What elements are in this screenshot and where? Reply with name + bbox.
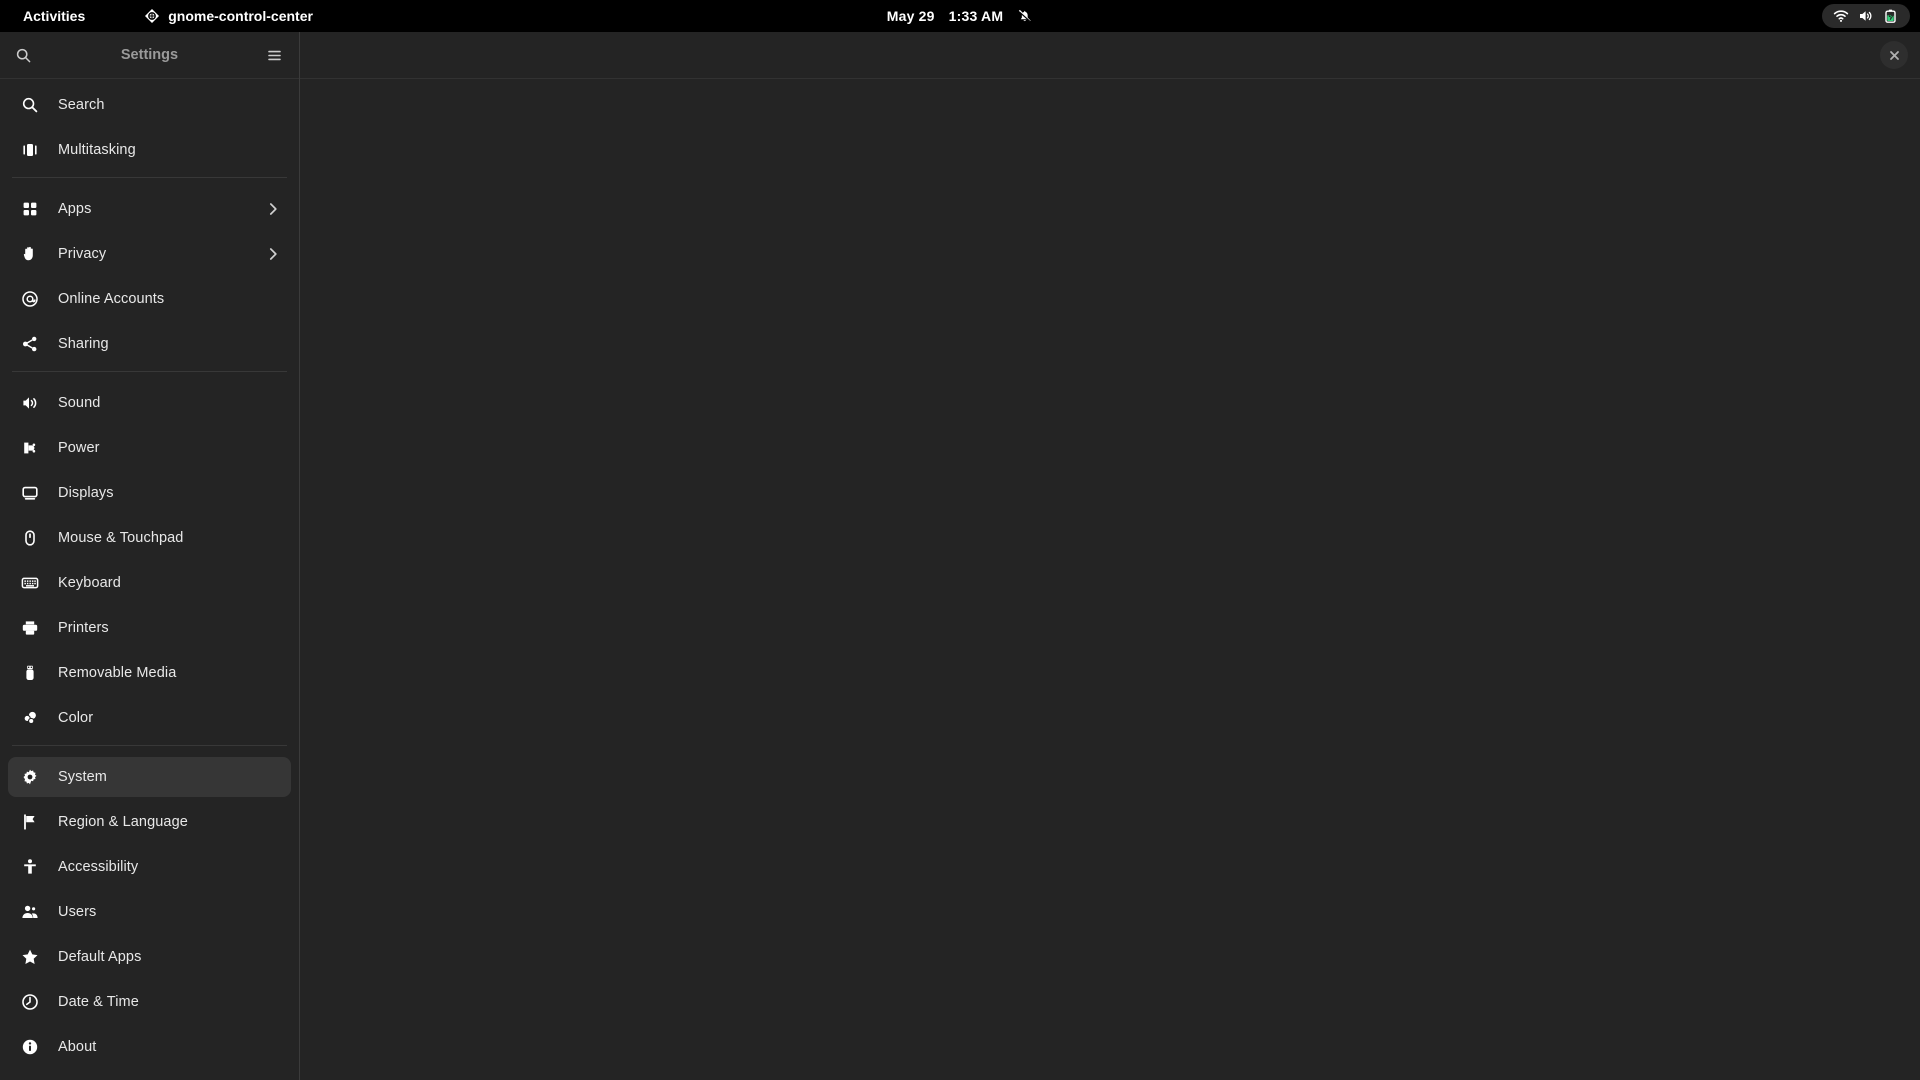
sidebar-item-removable-media[interactable]: Removable Media (8, 653, 291, 693)
sidebar-item-apps[interactable]: Apps (8, 189, 291, 229)
sidebar-item-label: Removable Media (58, 665, 177, 681)
sidebar-item-accessibility[interactable]: Accessibility (8, 847, 291, 887)
sidebar-item-default-apps[interactable]: Default Apps (8, 937, 291, 977)
sidebar-item-date-time[interactable]: Date & Time (8, 982, 291, 1022)
usb-drive-icon (20, 663, 40, 683)
sidebar-item-label: Accessibility (58, 859, 139, 875)
sidebar-item-label: Privacy (58, 246, 107, 262)
sidebar-item-label: Printers (58, 620, 109, 636)
settings-content-pane (300, 32, 1920, 1080)
star-icon (20, 947, 40, 967)
sidebar-item-label: System (58, 769, 107, 785)
activities-button[interactable]: Activities (14, 5, 94, 27)
volume-icon (1858, 8, 1874, 24)
accessibility-person-icon (20, 857, 40, 877)
sidebar-item-label: Multitasking (58, 142, 136, 158)
sidebar-item-mouse-touchpad[interactable]: Mouse & Touchpad (8, 518, 291, 558)
users-icon (20, 902, 40, 922)
sidebar-item-label: Region & Language (58, 814, 188, 830)
sidebar-item-system[interactable]: System (8, 757, 291, 797)
keyboard-icon (20, 573, 40, 593)
battery-charging-icon (1883, 8, 1899, 24)
monitor-icon (20, 483, 40, 503)
flag-icon (20, 812, 40, 832)
sidebar-item-printers[interactable]: Printers (8, 608, 291, 648)
system-status-menu-button[interactable] (1822, 4, 1910, 28)
info-circle-icon (20, 1037, 40, 1057)
page-title: Settings (120, 47, 179, 63)
settings-sidebar: Settings Search Multitasking Apps Privac… (0, 32, 300, 1080)
search-icon (15, 47, 32, 64)
search-icon (20, 95, 40, 115)
content-header-bar (300, 32, 1920, 79)
sidebar-item-label: Keyboard (58, 575, 121, 591)
mouse-icon (20, 528, 40, 548)
search-button[interactable] (6, 38, 40, 72)
main-menu-button[interactable] (257, 38, 291, 72)
sidebar-item-keyboard[interactable]: Keyboard (8, 563, 291, 603)
sidebar-item-label: Mouse & Touchpad (58, 530, 184, 546)
sidebar-item-sound[interactable]: Sound (8, 383, 291, 423)
sidebar-item-search[interactable]: Search (8, 85, 291, 125)
close-icon (1888, 49, 1901, 62)
sidebar-item-label: Default Apps (58, 949, 142, 965)
sidebar-item-power[interactable]: Power (8, 428, 291, 468)
bell-slash-icon (1017, 8, 1033, 24)
apps-grid-icon (20, 199, 40, 219)
sidebar-header-bar: Settings (0, 32, 299, 79)
hand-privacy-icon (20, 244, 40, 264)
sidebar-item-label: Apps (58, 201, 92, 217)
gnome-control-center-icon (144, 8, 160, 24)
sidebar-item-label: Users (58, 904, 97, 920)
app-menu-button[interactable]: gnome-control-center (136, 5, 321, 27)
sidebar-item-color[interactable]: Color (8, 698, 291, 738)
sidebar-item-displays[interactable]: Displays (8, 473, 291, 513)
sidebar-separator (12, 177, 287, 178)
sidebar-item-label: Displays (58, 485, 114, 501)
wifi-icon (1833, 8, 1849, 24)
clock-menu-button[interactable]: May 29 1:33 AM (877, 5, 1043, 27)
sidebar-item-label: Online Accounts (58, 291, 165, 307)
printer-icon (20, 618, 40, 638)
settings-window: Settings Search Multitasking Apps Privac… (0, 32, 1920, 1080)
topbar-date: May 29 (886, 8, 935, 24)
chevron-right-icon (265, 201, 281, 217)
sidebar-item-label: Sound (58, 395, 101, 411)
power-plug-icon (20, 438, 40, 458)
speaker-icon (20, 393, 40, 413)
topbar-time: 1:33 AM (948, 8, 1004, 24)
app-menu-label: gnome-control-center (168, 8, 313, 24)
sidebar-item-privacy[interactable]: Privacy (8, 234, 291, 274)
share-nodes-icon (20, 334, 40, 354)
close-window-button[interactable] (1880, 41, 1908, 69)
sidebar-item-sharing[interactable]: Sharing (8, 324, 291, 364)
sidebar-item-label: Sharing (58, 336, 109, 352)
sidebar-item-users[interactable]: Users (8, 892, 291, 932)
sidebar-item-region-language[interactable]: Region & Language (8, 802, 291, 842)
at-sign-icon (20, 289, 40, 309)
multitasking-icon (20, 140, 40, 160)
gnome-top-bar: Activities gnome-control-center May 29 1… (0, 0, 1920, 32)
sidebar-item-label: Search (58, 97, 105, 113)
hamburger-menu-icon (266, 47, 283, 64)
color-circles-icon (20, 708, 40, 728)
sidebar-item-label: About (58, 1039, 97, 1055)
sidebar-nav-list[interactable]: Search Multitasking Apps Privacy Online … (0, 79, 299, 1080)
sidebar-item-label: Date & Time (58, 994, 139, 1010)
clock-icon (20, 992, 40, 1012)
content-body (300, 79, 1920, 1080)
sidebar-item-label: Color (58, 710, 94, 726)
chevron-right-icon (265, 246, 281, 262)
sidebar-item-label: Power (58, 440, 100, 456)
sidebar-separator (12, 371, 287, 372)
sidebar-item-multitasking[interactable]: Multitasking (8, 130, 291, 170)
gear-icon (20, 767, 40, 787)
sidebar-item-about[interactable]: About (8, 1027, 291, 1067)
sidebar-separator (12, 745, 287, 746)
sidebar-item-online-accounts[interactable]: Online Accounts (8, 279, 291, 319)
